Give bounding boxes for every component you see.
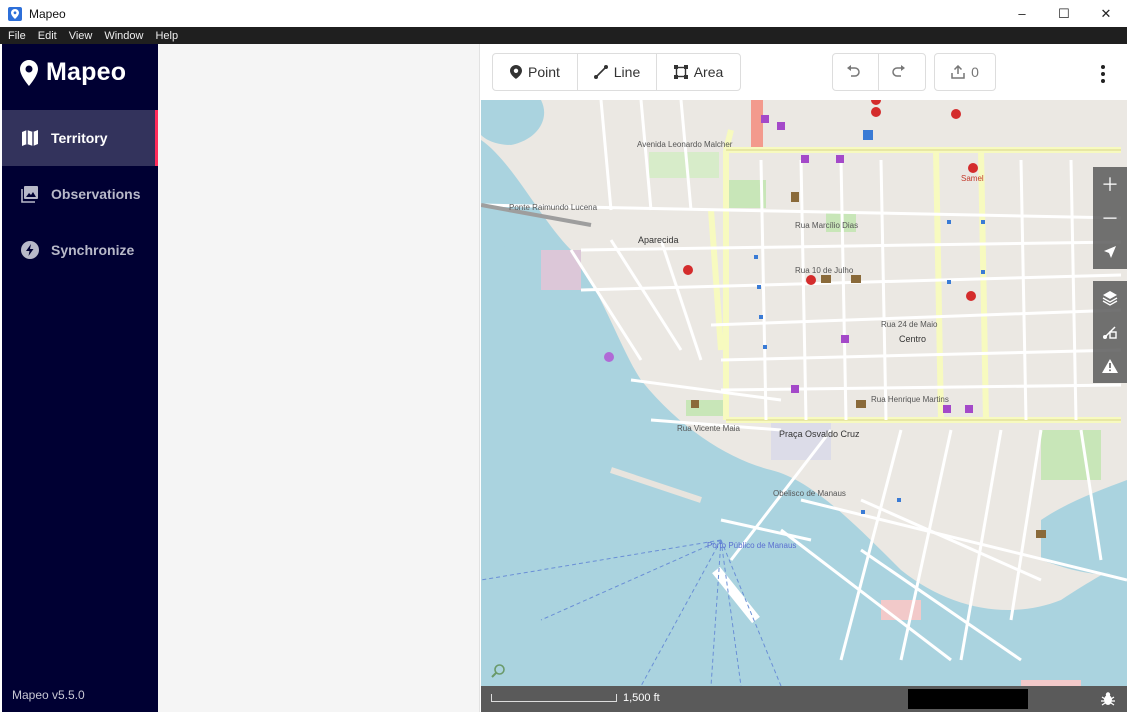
map-label-r-marcilio: Rua Marcílio Dias (795, 221, 859, 230)
sidebar-item-observations[interactable]: Observations (2, 166, 158, 222)
sidebar: Mapeo Territory Observations Synchronize… (2, 44, 158, 712)
map-label-r-24maio: Rua 24 de Maio (881, 320, 938, 329)
history-tools (832, 53, 926, 91)
map-label-r-vicente: Rua Vicente Maia (677, 424, 740, 433)
menu-file[interactable]: File (0, 30, 31, 42)
warning-icon[interactable] (1093, 349, 1127, 383)
menu-view[interactable]: View (62, 30, 98, 42)
area-tool-icon (673, 65, 688, 79)
app-version: Mapeo v5.5.0 (12, 688, 85, 702)
scale-label: 1,500 ft (623, 692, 660, 704)
map-canvas[interactable]: Ponte Raimundo Lucena Aparecida Centro P… (481, 100, 1127, 686)
menu-window[interactable]: Window (97, 30, 148, 42)
point-pin-icon (510, 65, 523, 79)
upload-tools: 0 (934, 53, 996, 91)
zoom-magnifier-icon[interactable] (491, 664, 505, 678)
upload-icon (951, 65, 965, 79)
scale-bar (491, 694, 617, 702)
zoom-out-button[interactable]: － (1093, 201, 1127, 235)
map-toolbar: Point Line Area 0 (481, 44, 1127, 100)
sidebar-item-label: Territory (51, 130, 108, 146)
line-button[interactable]: Line (578, 54, 657, 90)
brand: Mapeo (20, 58, 126, 87)
redo-button[interactable] (879, 54, 925, 90)
map-label-r-10julho: Rua 10 de Julho (795, 266, 854, 275)
menu-edit[interactable]: Edit (31, 30, 62, 42)
point-button[interactable]: Point (493, 54, 578, 90)
point-label: Point (528, 64, 560, 80)
brand-wordmark: Mapeo (46, 58, 127, 86)
map-basemap (481, 100, 1127, 686)
sidebar-item-label: Synchronize (51, 242, 135, 258)
menu-help[interactable]: Help (148, 30, 183, 42)
maximize-button[interactable]: ☐ (1043, 0, 1085, 27)
redo-icon (892, 65, 905, 77)
redacted-box (908, 689, 1028, 709)
window-titlebar: Mapeo – ☐ ✕ (0, 0, 1127, 27)
upload-count: 0 (971, 64, 979, 80)
content-panel (158, 44, 480, 712)
layer-controls (1093, 281, 1127, 383)
app-icon (8, 6, 22, 21)
locate-icon[interactable] (1093, 235, 1127, 269)
area-label: Area (693, 64, 724, 80)
map-label-praca: Praça Osvaldo Cruz (779, 429, 860, 439)
area-button[interactable]: Area (657, 54, 740, 90)
map-label-av-leonardo: Avenida Leonardo Malcher (637, 140, 733, 149)
layers-icon[interactable] (1093, 281, 1127, 315)
zoom-controls: ＋ － (1093, 167, 1127, 269)
map-label-aparecida: Aparecida (638, 235, 679, 245)
draw-tools: Point Line Area (492, 53, 741, 91)
map-label-r-henrique: Rua Henrique Martins (871, 395, 949, 404)
map-footer: 1,500 ft (481, 686, 1127, 712)
upload-button[interactable]: 0 (935, 54, 995, 90)
photo-icon (20, 184, 40, 204)
more-options-icon[interactable] (1093, 64, 1113, 84)
map-icon (20, 128, 40, 148)
undo-button[interactable] (833, 54, 879, 90)
map-label-centro: Centro (899, 334, 927, 344)
undo-icon (846, 65, 860, 77)
map-label-samel: Samel (961, 174, 984, 183)
line-label: Line (613, 64, 641, 80)
map-label-porto: Porto Público de Manaus (707, 541, 797, 550)
sidebar-item-synchronize[interactable]: Synchronize (2, 222, 158, 278)
sidebar-item-territory[interactable]: Territory (2, 110, 158, 166)
menu-bar: File Edit View Window Help (0, 27, 1127, 44)
line-tool-icon (593, 65, 608, 79)
map-label-ponte: Ponte Raimundo Lucena (509, 203, 598, 212)
window-title: Mapeo (29, 6, 66, 21)
edit-shape-icon[interactable] (1093, 315, 1127, 349)
sidebar-item-label: Observations (51, 186, 141, 202)
map-label-obelisco: Obelisco de Manaus (773, 489, 846, 498)
map-view: Point Line Area 0 Ponte Raimundo Lucena … (481, 44, 1127, 712)
minimize-button[interactable]: – (1001, 0, 1043, 27)
zoom-in-button[interactable]: ＋ (1093, 167, 1127, 201)
bug-report-icon[interactable] (1099, 690, 1117, 708)
close-button[interactable]: ✕ (1085, 0, 1127, 27)
map-pin-icon (20, 59, 38, 86)
sync-icon (20, 240, 40, 260)
